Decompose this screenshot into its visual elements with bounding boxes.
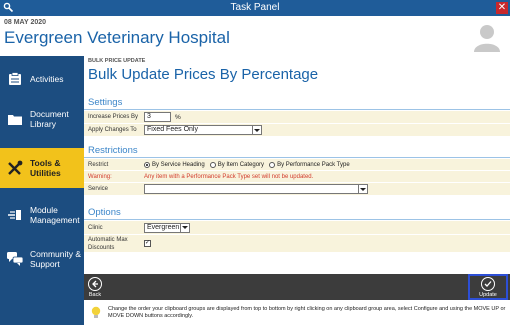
sidebar-item-tools-utilities[interactable]: Tools & Utilities <box>0 148 84 188</box>
sidebar-item-label: Document Library <box>30 109 69 129</box>
service-row: Service <box>84 183 510 196</box>
chevron-down-icon <box>252 126 261 134</box>
page-header: 08 MAY 2020 Evergreen Veterinary Hospita… <box>0 16 510 56</box>
increase-label: Increase Prices By <box>88 114 139 120</box>
clinic-row: Clinic Evergreen <box>84 221 510 235</box>
update-button[interactable]: Update <box>468 274 508 300</box>
update-label: Update <box>479 291 497 298</box>
service-select[interactable] <box>144 184 368 194</box>
sidebar-item-label: Tools & Utilities <box>30 158 61 178</box>
section-title: Options <box>88 207 121 218</box>
user-avatar-icon[interactable] <box>474 24 500 52</box>
back-button[interactable]: Back <box>86 274 104 300</box>
current-date: 08 MAY 2020 <box>4 19 47 26</box>
tools-icon <box>0 160 30 176</box>
auto-max-discounts-row: Automatic Max Discounts ✓ <box>84 235 510 253</box>
clinic-name: Evergreen Veterinary Hospital <box>4 28 230 47</box>
percent-unit: % <box>175 113 181 121</box>
increase-row: Increase Prices By 3 % <box>84 111 510 124</box>
clinic-label: Clinic <box>88 224 103 231</box>
apply-changes-select[interactable]: Fixed Fees Only <box>144 125 262 135</box>
warning-label: Warning: <box>88 173 112 180</box>
auto-max-discounts-label: Automatic Max Discounts <box>88 236 128 251</box>
restrict-by-service-heading-radio[interactable]: By Service Heading <box>144 161 205 168</box>
warning-text: Any item with a Performance Pack Type se… <box>144 173 314 180</box>
tip-text: Change the order your clipboard groups a… <box>108 305 506 319</box>
footer-action-bar: Back Update <box>84 274 510 300</box>
sidebar-item-label: Community & Support <box>30 249 82 269</box>
restrict-row: Restrict By Service Heading By Item Cate… <box>84 159 510 171</box>
clipboard-icon <box>0 72 30 86</box>
window-title: Task Panel <box>230 2 280 13</box>
section-title: Settings <box>88 97 123 108</box>
increase-input[interactable]: 3 <box>144 112 171 122</box>
sidebar-item-label: Activities <box>30 74 64 84</box>
sidebar-item-activities[interactable]: Activities <box>0 64 84 94</box>
sidebar: Activities Document Library Tools & Util… <box>0 56 84 325</box>
main-content: BULK PRICE UPDATE Bulk Update Prices By … <box>84 56 510 274</box>
sidebar-item-module-management[interactable]: Module Management <box>0 198 84 232</box>
sidebar-item-label: Module Management <box>30 205 80 225</box>
restrictions-section: Restrictions Restrict By Service Heading… <box>84 144 510 196</box>
section-divider <box>84 157 510 158</box>
back-arrow-icon <box>88 276 102 291</box>
restrict-by-item-category-radio[interactable]: By Item Category <box>209 161 264 168</box>
chevron-down-icon <box>358 185 367 193</box>
page-title: Bulk Update Prices By Percentage <box>88 66 319 83</box>
sidebar-item-document-library[interactable]: Document Library <box>0 102 84 136</box>
breadcrumb: BULK PRICE UPDATE <box>88 58 146 64</box>
folder-icon <box>0 113 30 125</box>
lightbulb-icon <box>90 306 102 320</box>
window-titlebar: Task Panel ✕ <box>0 0 510 16</box>
options-section: Options Clinic Evergreen Automatic Max D… <box>84 206 510 253</box>
section-title: Restrictions <box>88 145 138 156</box>
section-divider <box>84 109 510 110</box>
warning-row: Warning: Any item with a Performance Pac… <box>84 171 510 183</box>
checkmark-icon <box>481 276 495 291</box>
back-label: Back <box>88 291 102 298</box>
sidebar-item-community-support[interactable]: Community & Support <box>0 242 84 276</box>
chat-icon <box>0 252 30 266</box>
restrict-by-performance-pack-radio[interactable]: By Performance Pack Type <box>269 161 350 168</box>
module-icon <box>0 209 30 221</box>
chevron-down-icon <box>180 223 189 232</box>
apply-changes-value: Fixed Fees Only <box>147 126 198 133</box>
restrict-label: Restrict <box>88 161 109 168</box>
apply-changes-row: Apply Changes To Fixed Fees Only <box>84 124 510 137</box>
service-label: Service <box>88 186 109 192</box>
clinic-select[interactable]: Evergreen <box>144 222 190 233</box>
close-button[interactable]: ✕ <box>496 2 508 14</box>
clinic-value: Evergreen <box>147 223 180 231</box>
tip-bar: Change the order your clipboard groups a… <box>84 300 510 325</box>
auto-max-discounts-checkbox[interactable]: ✓ <box>144 240 151 247</box>
apply-changes-label: Apply Changes To <box>88 127 137 133</box>
settings-section: Settings Increase Prices By 3 % Apply Ch… <box>84 96 510 137</box>
section-divider <box>84 219 510 220</box>
